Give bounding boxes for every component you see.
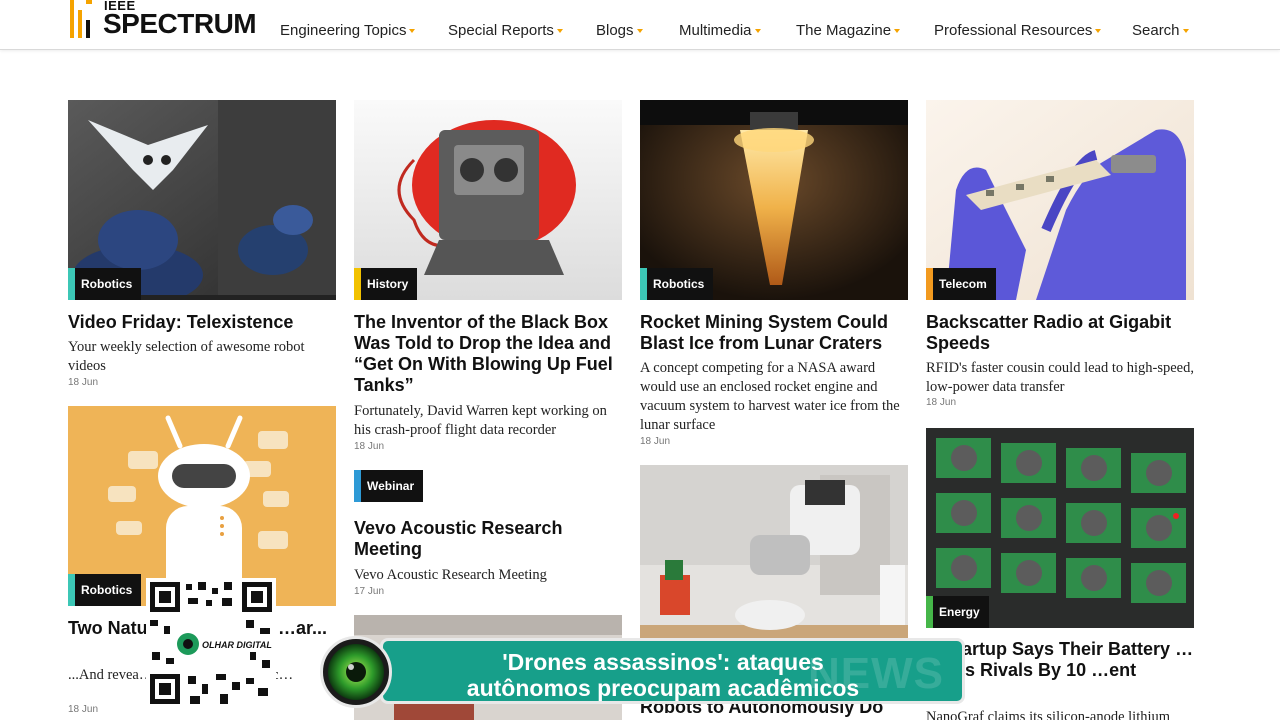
caret-down-icon — [754, 29, 761, 34]
article-image[interactable]: Telecom — [926, 100, 1194, 300]
nav-special-reports[interactable]: Special Reports — [448, 22, 563, 39]
article-image[interactable]: Robotics — [68, 100, 336, 300]
article-card-blackbox[interactable]: History The Inventor of the Black Box Wa… — [354, 100, 622, 460]
article-date: 18 Jun — [640, 436, 671, 447]
tag-stripe — [926, 268, 933, 300]
article-description: Vevo Acoustic Research Meeting — [354, 567, 547, 583]
article-date: 17 Jun — [354, 586, 385, 597]
ticker-bar: NEWS 'Drones assassinos': ataques autôno… — [380, 638, 965, 704]
caret-down-icon — [409, 29, 416, 34]
article-date: 18 Jun — [926, 397, 957, 408]
article-image[interactable]: Robotics — [68, 406, 336, 606]
article-title[interactable]: Vevo Acoustic Research Meeting — [354, 518, 622, 560]
article-date: 18 Jun — [354, 441, 385, 452]
article-date: 18 Jun — [68, 377, 99, 388]
category-tag[interactable]: Webinar — [354, 470, 424, 502]
main-nav: Engineering Topics Special Reports Blogs… — [0, 22, 1280, 44]
nav-the-magazine[interactable]: The Magazine — [796, 22, 901, 39]
caret-down-icon — [636, 29, 643, 34]
article-image[interactable]: History — [354, 100, 622, 300]
article-image[interactable]: Robotics — [640, 100, 908, 300]
category-tag[interactable]: Energy — [926, 596, 989, 628]
ticker-headline-line2: autônomos preocupam acadêmicos — [466, 675, 860, 701]
tag-stripe — [926, 596, 933, 628]
article-title[interactable]: Rocket Mining System Could Blast Ice fro… — [640, 312, 908, 354]
article-card-telexistence[interactable]: Robotics Video Friday: Telexistence Your… — [68, 100, 336, 395]
qr-code: OLHAR DIGITAL — [146, 578, 276, 708]
article-image[interactable] — [640, 465, 908, 665]
nav-multimedia[interactable]: Multimedia — [679, 22, 761, 39]
tag-stripe — [68, 574, 75, 606]
eye-logo-icon — [320, 636, 392, 708]
article-description: Your weekly selection of awesome robot v… — [68, 339, 305, 374]
tag-stripe — [354, 268, 361, 300]
tag-stripe — [640, 268, 647, 300]
site-header: IEEE SPECTRUM Engineering Topics Special… — [0, 0, 1280, 50]
caret-down-icon — [894, 29, 901, 34]
article-title[interactable]: Video Friday: Telexistence — [68, 312, 336, 333]
qr-brand-label: OLHAR DIGITAL — [202, 640, 272, 650]
caret-down-icon — [1095, 29, 1102, 34]
article-description: RFID's faster cousin could lead to high-… — [926, 360, 1194, 395]
ticker-headline-line1: 'Drones assassinos': ataques — [502, 649, 824, 675]
news-ticker: NEWS 'Drones assassinos': ataques autôno… — [320, 636, 965, 708]
article-description: Fortunately, David Warren kept working o… — [354, 403, 607, 438]
article-card-backscatter[interactable]: Telecom Backscatter Radio at Gigabit Spe… — [926, 100, 1194, 415]
nav-blogs[interactable]: Blogs — [596, 22, 643, 39]
nav-search[interactable]: Search — [1132, 22, 1189, 39]
article-title[interactable]: Backscatter Radio at Gigabit Speeds — [926, 312, 1194, 354]
article-card-vevo[interactable]: Webinar Vevo Acoustic Research Meeting V… — [354, 470, 622, 600]
caret-down-icon — [556, 29, 563, 34]
category-tag[interactable]: Robotics — [640, 268, 714, 300]
article-title[interactable]: The Inventor of the Black Box Was Told t… — [354, 312, 622, 396]
article-title[interactable]: …Startup Says Their Battery …Beats Rival… — [926, 639, 1194, 681]
tag-stripe — [354, 470, 361, 502]
nav-professional-resources[interactable]: Professional Resources — [934, 22, 1102, 39]
article-description: A concept competing for a NASA award wou… — [640, 360, 900, 433]
article-image[interactable]: Energy — [926, 428, 1194, 628]
category-tag[interactable]: Robotics — [68, 268, 142, 300]
article-card-rocket[interactable]: Robotics Rocket Mining System Could Blas… — [640, 100, 908, 455]
category-tag[interactable]: Telecom — [926, 268, 996, 300]
article-date: 18 Jun — [68, 704, 99, 715]
nav-engineering-topics[interactable]: Engineering Topics — [280, 22, 416, 39]
category-tag[interactable]: Robotics — [68, 574, 142, 606]
caret-down-icon — [1182, 29, 1189, 34]
category-tag[interactable]: History — [354, 268, 418, 300]
article-description: NanoGraf claims its silicon-anode lithiu… — [926, 709, 1171, 720]
tag-stripe — [68, 268, 75, 300]
ticker-headline: 'Drones assassinos': ataques autônomos p… — [453, 649, 873, 701]
article-card-battery[interactable]: Energy …Startup Says Their Battery …Beat… — [926, 428, 1194, 720]
